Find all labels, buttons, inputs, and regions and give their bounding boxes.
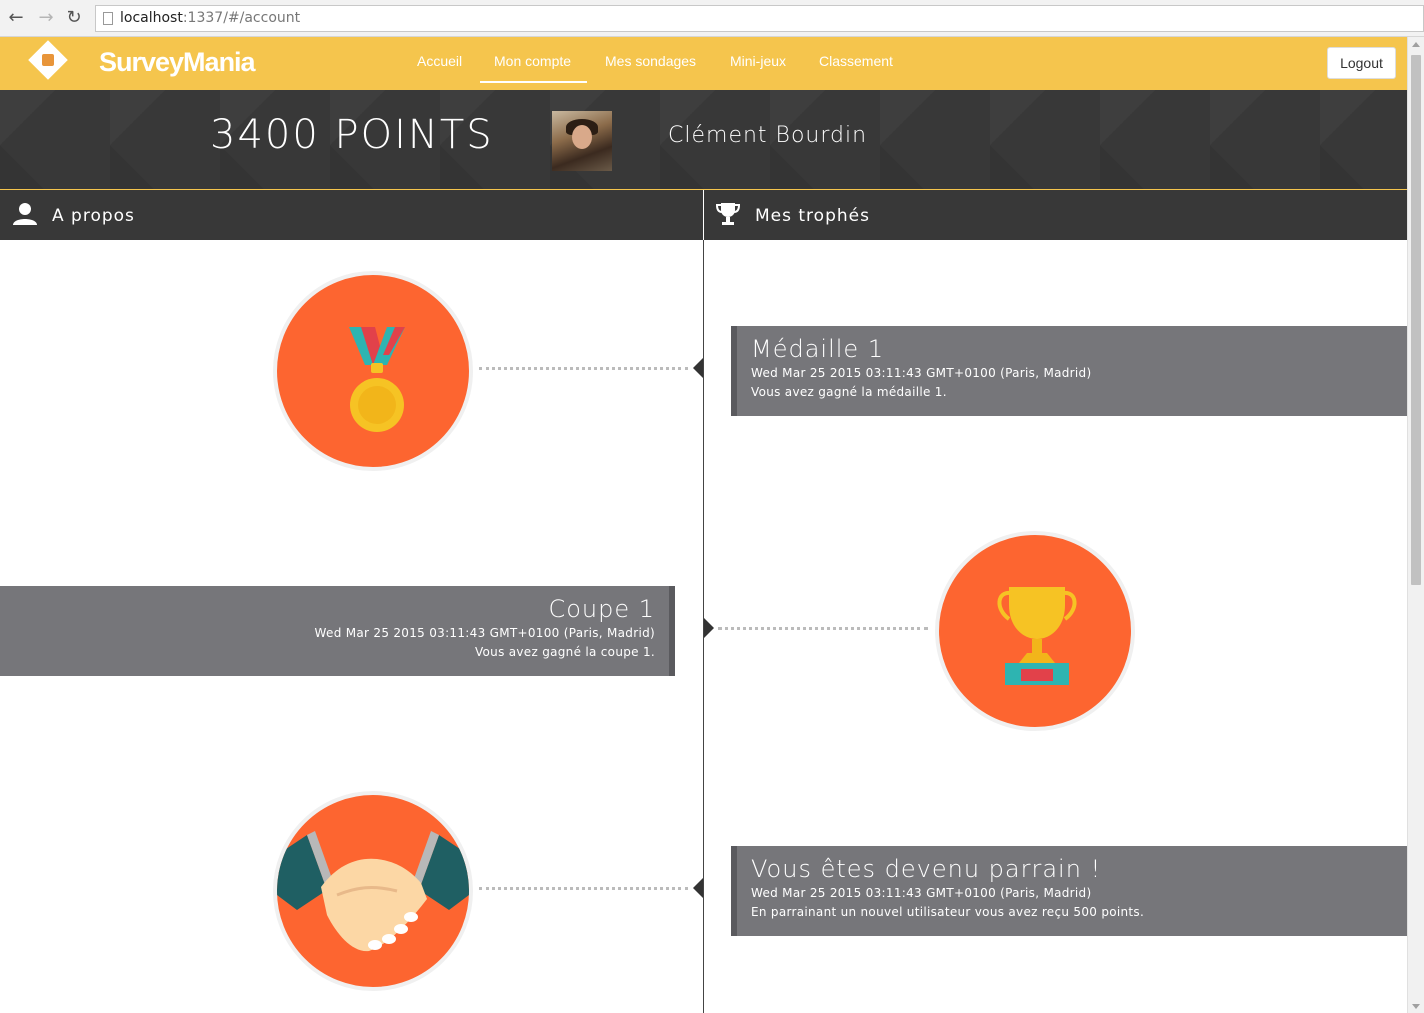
connector-dots — [479, 887, 688, 890]
connector-dots — [718, 627, 928, 630]
brand-name[interactable]: SurveyMania — [99, 47, 256, 78]
person-icon — [13, 203, 37, 225]
points-total: 3400 POINTS — [210, 112, 494, 158]
card-date: Wed Mar 25 2015 03:11:43 GMT+0100 (Paris… — [314, 626, 655, 640]
app-navbar: SurveyMania Accueil Mon compte Mes sonda… — [0, 37, 1407, 90]
card-date: Wed Mar 25 2015 03:11:43 GMT+0100 (Paris… — [751, 366, 1092, 380]
avatar-face — [572, 125, 592, 149]
nav-classement[interactable]: Classement — [819, 53, 893, 69]
user-name: Clément Bourdin — [668, 123, 868, 148]
logo-clipboard-icon — [42, 54, 54, 66]
back-arrow-icon[interactable]: ← — [6, 8, 26, 28]
timeline-card: Coupe 1 Wed Mar 25 2015 03:11:43 GMT+010… — [0, 586, 675, 676]
browser-toolbar: ← → ↻ localhost:1337/#/account — [0, 0, 1424, 37]
handshake-icon — [277, 831, 469, 952]
nav-mini-jeux[interactable]: Mini-jeux — [730, 53, 786, 69]
avatar[interactable] — [552, 111, 612, 171]
about-label: A propos — [52, 206, 135, 226]
card-title: Médaille 1 — [751, 335, 885, 363]
timeline-arrow — [704, 618, 714, 638]
address-bar[interactable]: localhost:1337/#/account — [95, 5, 1424, 32]
timeline-arrow — [693, 878, 703, 898]
card-description: Vous avez gagné la coupe 1. — [474, 645, 655, 659]
cup-badge — [935, 531, 1135, 731]
timeline-arrow — [693, 358, 703, 378]
timeline-card: Médaille 1 Wed Mar 25 2015 03:11:43 GMT+… — [731, 326, 1407, 416]
card-title: Coupe 1 — [548, 595, 655, 623]
timeline-card: Vous êtes devenu parrain ! Wed Mar 25 20… — [731, 846, 1407, 936]
forward-arrow-icon[interactable]: → — [36, 8, 56, 28]
nav-mon-compte[interactable]: Mon compte — [479, 53, 588, 83]
scroll-thumb[interactable] — [1411, 55, 1421, 585]
trophies-label: Mes trophés — [755, 206, 870, 226]
medal-badge — [273, 271, 473, 471]
url-text: localhost:1337/#/account — [120, 10, 301, 26]
page-icon — [103, 12, 113, 25]
connector-dots — [479, 367, 688, 370]
scroll-up-icon[interactable] — [1412, 42, 1420, 47]
handshake-badge — [273, 791, 473, 991]
card-date: Wed Mar 25 2015 03:11:43 GMT+0100 (Paris… — [751, 886, 1092, 900]
logout-button[interactable]: Logout — [1327, 47, 1396, 79]
card-title: Vous êtes devenu parrain ! — [751, 855, 1102, 883]
nav-accueil[interactable]: Accueil — [417, 53, 462, 69]
reload-icon[interactable]: ↻ — [64, 8, 84, 28]
page-scrollbar[interactable] — [1407, 37, 1424, 1013]
profile-header: 3400 POINTS Clément Bourdin — [0, 90, 1407, 190]
scroll-down-icon[interactable] — [1412, 1004, 1420, 1009]
trophies-section-header[interactable]: Mes trophés — [704, 190, 1407, 240]
medal-icon — [349, 327, 405, 432]
trophy-cup-icon — [997, 587, 1077, 685]
trophy-icon — [715, 203, 741, 225]
about-section-header[interactable]: A propos — [0, 190, 703, 240]
nav-mes-sondages[interactable]: Mes sondages — [605, 53, 696, 69]
card-description: En parrainant un nouvel utilisateur vous… — [751, 905, 1145, 919]
card-description: Vous avez gagné la médaille 1. — [751, 385, 947, 399]
